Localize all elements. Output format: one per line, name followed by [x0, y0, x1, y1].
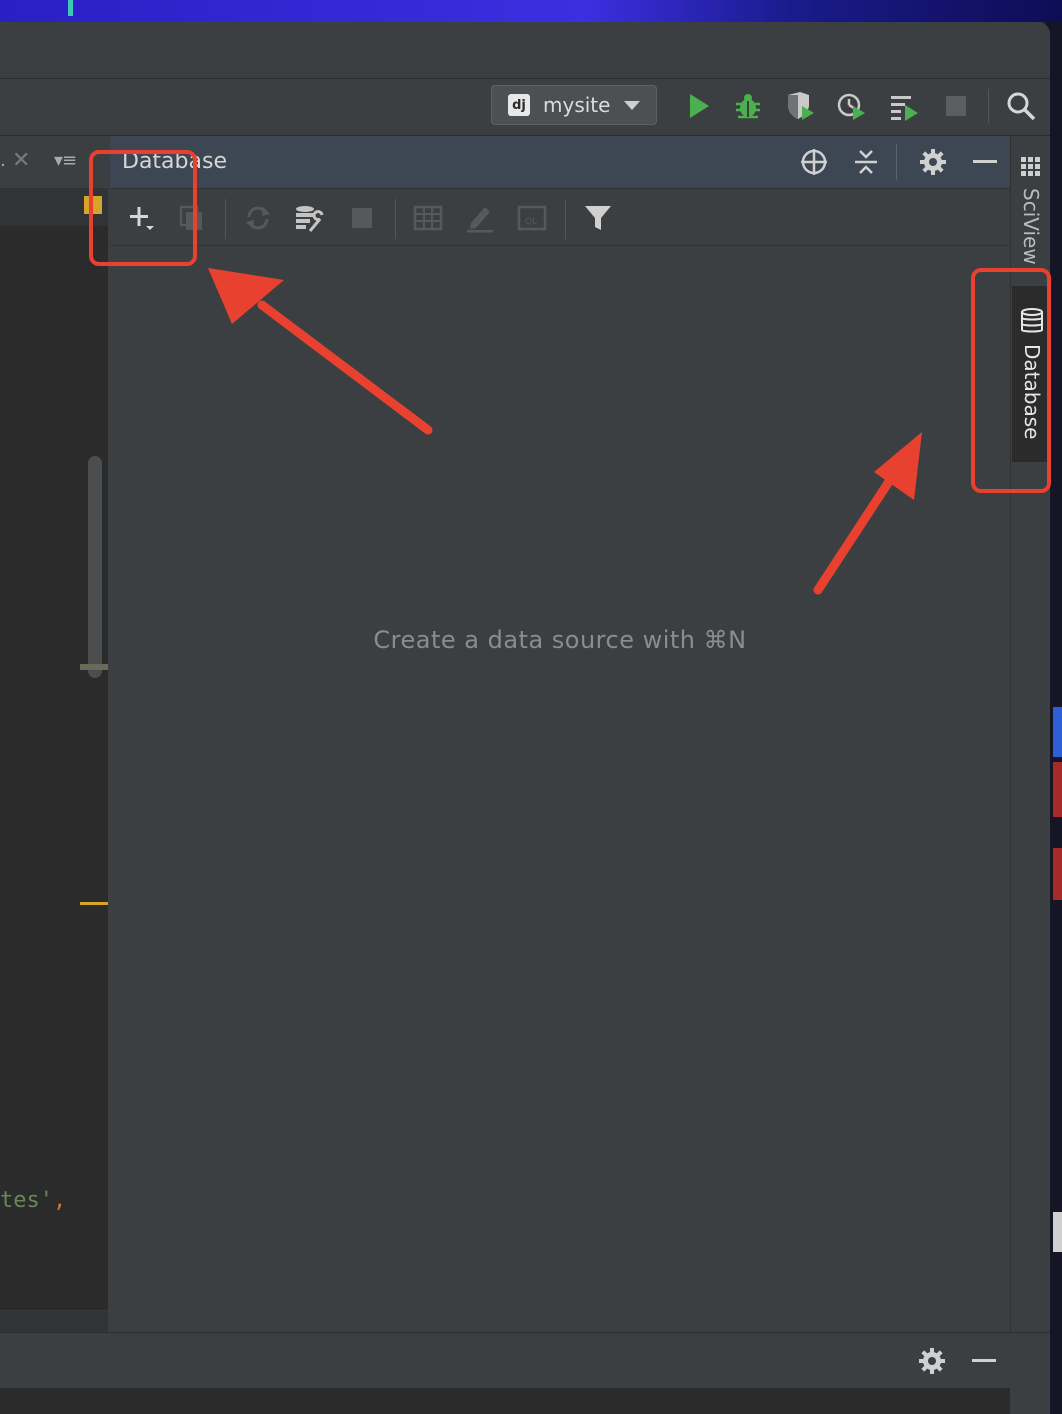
desktop-accent: [68, 0, 73, 16]
tab-fragment: .: [0, 150, 6, 171]
code-string: tes': [0, 1188, 53, 1213]
chevron-down-icon: [624, 100, 641, 110]
stop-icon: [352, 208, 372, 228]
close-icon[interactable]: ✕: [12, 148, 30, 173]
run-icon[interactable]: [683, 91, 713, 121]
query-console-icon: QL: [517, 205, 547, 231]
editor-area: . ✕ ▾≡ tes',: [0, 136, 108, 1357]
collapse-all-icon[interactable]: [851, 147, 881, 177]
annotation-highlight-database-tab: [971, 268, 1051, 493]
run-configuration-selector[interactable]: dj mysite: [491, 85, 657, 125]
header-separator: [896, 144, 897, 180]
code-line[interactable]: tes',: [0, 1188, 66, 1213]
gear-icon[interactable]: [917, 1346, 947, 1376]
profile-icon[interactable]: [836, 91, 866, 121]
refresh-icon: [246, 206, 270, 230]
filter-icon[interactable]: [583, 203, 613, 233]
toolbar-separator: [395, 199, 396, 239]
table-icon: [413, 205, 443, 231]
coverage-icon[interactable]: [785, 91, 815, 121]
tab-list-icon[interactable]: ▾≡: [54, 150, 77, 171]
bottom-tool-header: [0, 1332, 1050, 1389]
sciview-tab-label[interactable]: SciView: [1019, 188, 1043, 265]
desktop-window-fragment: [1053, 1212, 1062, 1252]
database-toolbar: QL: [110, 189, 1010, 246]
annotation-highlight-add-button: [89, 150, 197, 266]
locate-icon[interactable]: [799, 147, 829, 177]
code-comma: ,: [52, 1188, 67, 1213]
bottom-panel-content: [0, 1388, 1010, 1414]
search-icon[interactable]: [1006, 91, 1036, 121]
concurrency-icon[interactable]: [889, 91, 919, 121]
minimize-icon[interactable]: [970, 147, 1000, 177]
title-bar: [0, 22, 1050, 79]
sciview-icon[interactable]: [1020, 156, 1042, 178]
debug-icon[interactable]: [733, 91, 763, 121]
scrollbar-marker: [80, 664, 108, 670]
data-source-properties-icon[interactable]: [294, 203, 324, 233]
toolbar-separator: [988, 89, 989, 123]
edit-icon: [467, 207, 493, 233]
desktop-window-fragment: [1053, 707, 1062, 757]
warning-stripe-marker[interactable]: [80, 902, 108, 905]
database-panel-header: Database: [110, 136, 1010, 189]
desktop-window-fragment: [1053, 848, 1062, 900]
editor-scrollbar-thumb[interactable]: [88, 456, 102, 678]
main-toolbar: dj mysite: [0, 79, 1050, 136]
empty-state-hint: Create a data source with ⌘N: [373, 626, 747, 654]
minimize-icon[interactable]: [969, 1346, 999, 1376]
gear-icon[interactable]: [918, 147, 948, 177]
toolbar-separator: [225, 199, 226, 239]
database-tool-window: Database QL Create a data source with ⌘N: [110, 136, 1010, 1332]
desktop-window-fragment: [1053, 762, 1062, 817]
toolbar-separator: [565, 199, 566, 239]
desktop-background-top: [0, 0, 1062, 22]
stop-icon[interactable]: [941, 91, 971, 121]
run-configuration-label: mysite: [543, 93, 611, 117]
django-icon: dj: [508, 94, 530, 116]
svg-text:QL: QL: [525, 217, 537, 227]
